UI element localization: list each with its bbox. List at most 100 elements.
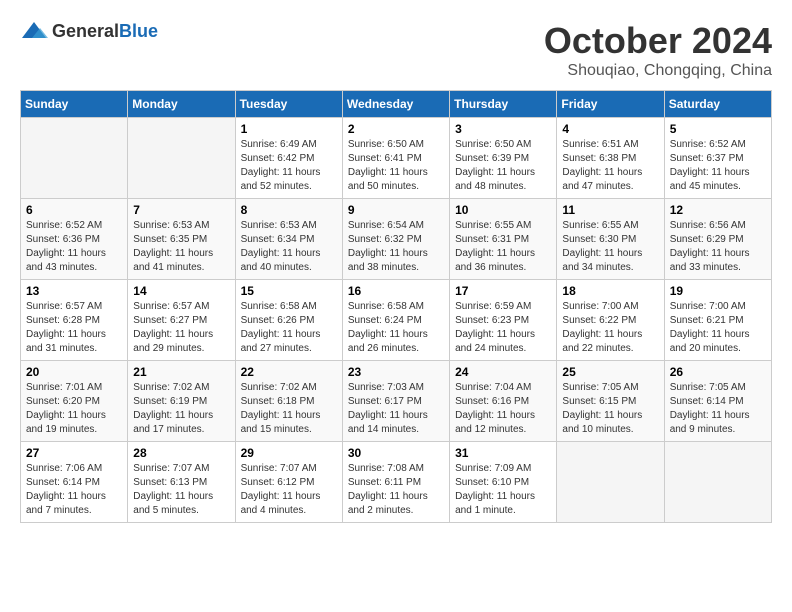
day-info: Sunrise: 7:09 AM Sunset: 6:10 PM Dayligh… xyxy=(455,462,551,518)
calendar-week-3: 13 Sunrise: 6:57 AM Sunset: 6:28 PM Dayli… xyxy=(21,280,772,361)
location-title: Shouqiao, Chongqing, China xyxy=(544,62,772,80)
day-number: 19 xyxy=(670,284,766,298)
day-number: 26 xyxy=(670,365,766,379)
calendar-cell: 2Sunrise: 6:50 AM Sunset: 6:41 PM Daylig… xyxy=(342,118,449,199)
day-info: Sunrise: 6:50 AM Sunset: 6:39 PM Dayligh… xyxy=(455,138,551,194)
calendar-cell xyxy=(557,442,664,523)
calendar-cell: 17 Sunrise: 6:59 AM Sunset: 6:23 PM Dayli… xyxy=(450,280,557,361)
calendar-cell: 27 Sunrise: 7:06 AM Sunset: 6:14 PM Dayli… xyxy=(21,442,128,523)
day-number: 9 xyxy=(348,203,444,217)
day-info: Sunrise: 7:05 AM Sunset: 6:15 PM Dayligh… xyxy=(562,381,658,437)
day-number: 28 xyxy=(133,446,229,460)
header-wednesday: Wednesday xyxy=(342,91,449,118)
calendar-cell: 7Sunrise: 6:53 AM Sunset: 6:35 PM Daylig… xyxy=(128,199,235,280)
calendar-cell: 19 Sunrise: 7:00 AM Sunset: 6:21 PM Dayli… xyxy=(664,280,771,361)
calendar-cell: 8Sunrise: 6:53 AM Sunset: 6:34 PM Daylig… xyxy=(235,199,342,280)
calendar-cell: 16 Sunrise: 6:58 AM Sunset: 6:24 PM Dayli… xyxy=(342,280,449,361)
day-number: 16 xyxy=(348,284,444,298)
calendar-cell xyxy=(21,118,128,199)
header-tuesday: Tuesday xyxy=(235,91,342,118)
calendar-cell: 1Sunrise: 6:49 AM Sunset: 6:42 PM Daylig… xyxy=(235,118,342,199)
title-area: October 2024 Shouqiao, Chongqing, China xyxy=(544,20,772,80)
day-number: 22 xyxy=(241,365,337,379)
calendar-cell: 14 Sunrise: 6:57 AM Sunset: 6:27 PM Dayli… xyxy=(128,280,235,361)
calendar-week-4: 20Sunrise: 7:01 AM Sunset: 6:20 PM Dayli… xyxy=(21,361,772,442)
calendar-cell: 22 Sunrise: 7:02 AM Sunset: 6:18 PM Dayli… xyxy=(235,361,342,442)
day-info: Sunrise: 6:56 AM Sunset: 6:29 PM Dayligh… xyxy=(670,219,766,275)
day-info: Sunrise: 6:52 AM Sunset: 6:36 PM Dayligh… xyxy=(26,219,122,275)
calendar-body: 1Sunrise: 6:49 AM Sunset: 6:42 PM Daylig… xyxy=(21,118,772,523)
day-info: Sunrise: 6:58 AM Sunset: 6:24 PM Dayligh… xyxy=(348,300,444,356)
calendar-cell: 26Sunrise: 7:05 AM Sunset: 6:14 PM Dayli… xyxy=(664,361,771,442)
calendar-week-5: 27 Sunrise: 7:06 AM Sunset: 6:14 PM Dayli… xyxy=(21,442,772,523)
calendar-cell: 5 Sunrise: 6:52 AM Sunset: 6:37 PM Daylig… xyxy=(664,118,771,199)
day-number: 7 xyxy=(133,203,229,217)
day-info: Sunrise: 7:00 AM Sunset: 6:22 PM Dayligh… xyxy=(562,300,658,356)
calendar-cell: 9 Sunrise: 6:54 AM Sunset: 6:32 PM Daylig… xyxy=(342,199,449,280)
day-number: 24 xyxy=(455,365,551,379)
header-sunday: Sunday xyxy=(21,91,128,118)
calendar-cell: 12 Sunrise: 6:56 AM Sunset: 6:29 PM Dayli… xyxy=(664,199,771,280)
day-info: Sunrise: 7:00 AM Sunset: 6:21 PM Dayligh… xyxy=(670,300,766,356)
day-number: 1 xyxy=(241,122,337,136)
day-number: 25 xyxy=(562,365,658,379)
logo-text-general: General xyxy=(52,21,119,41)
calendar-cell xyxy=(664,442,771,523)
day-info: Sunrise: 7:07 AM Sunset: 6:12 PM Dayligh… xyxy=(241,462,337,518)
calendar-cell: 3 Sunrise: 6:50 AM Sunset: 6:39 PM Daylig… xyxy=(450,118,557,199)
header-row: Sunday Monday Tuesday Wednesday Thursday… xyxy=(21,91,772,118)
calendar-cell: 29 Sunrise: 7:07 AM Sunset: 6:12 PM Dayli… xyxy=(235,442,342,523)
day-info: Sunrise: 7:06 AM Sunset: 6:14 PM Dayligh… xyxy=(26,462,122,518)
day-info: Sunrise: 7:02 AM Sunset: 6:18 PM Dayligh… xyxy=(241,381,337,437)
day-info: Sunrise: 6:50 AM Sunset: 6:41 PM Dayligh… xyxy=(348,138,444,194)
header-friday: Friday xyxy=(557,91,664,118)
page-header: GeneralBlue October 2024 Shouqiao, Chong… xyxy=(20,20,772,80)
calendar-cell: 28 Sunrise: 7:07 AM Sunset: 6:13 PM Dayli… xyxy=(128,442,235,523)
day-info: Sunrise: 6:55 AM Sunset: 6:30 PM Dayligh… xyxy=(562,219,658,275)
day-info: Sunrise: 7:07 AM Sunset: 6:13 PM Dayligh… xyxy=(133,462,229,518)
day-number: 6 xyxy=(26,203,122,217)
day-number: 30 xyxy=(348,446,444,460)
day-number: 27 xyxy=(26,446,122,460)
day-info: Sunrise: 7:01 AM Sunset: 6:20 PM Dayligh… xyxy=(26,381,122,437)
day-number: 10 xyxy=(455,203,551,217)
day-number: 12 xyxy=(670,203,766,217)
calendar-cell: 21Sunrise: 7:02 AM Sunset: 6:19 PM Dayli… xyxy=(128,361,235,442)
calendar-cell: 30Sunrise: 7:08 AM Sunset: 6:11 PM Dayli… xyxy=(342,442,449,523)
calendar-cell: 23 Sunrise: 7:03 AM Sunset: 6:17 PM Dayli… xyxy=(342,361,449,442)
day-info: Sunrise: 6:55 AM Sunset: 6:31 PM Dayligh… xyxy=(455,219,551,275)
calendar-header: Sunday Monday Tuesday Wednesday Thursday… xyxy=(21,91,772,118)
logo-text-blue: Blue xyxy=(119,21,158,41)
calendar-week-2: 6 Sunrise: 6:52 AM Sunset: 6:36 PM Daylig… xyxy=(21,199,772,280)
day-number: 8 xyxy=(241,203,337,217)
day-info: Sunrise: 6:59 AM Sunset: 6:23 PM Dayligh… xyxy=(455,300,551,356)
calendar-cell: 13 Sunrise: 6:57 AM Sunset: 6:28 PM Dayli… xyxy=(21,280,128,361)
calendar-cell: 11 Sunrise: 6:55 AM Sunset: 6:30 PM Dayli… xyxy=(557,199,664,280)
header-monday: Monday xyxy=(128,91,235,118)
day-number: 3 xyxy=(455,122,551,136)
header-saturday: Saturday xyxy=(664,91,771,118)
day-number: 14 xyxy=(133,284,229,298)
logo-icon xyxy=(20,20,48,42)
day-number: 23 xyxy=(348,365,444,379)
day-info: Sunrise: 7:03 AM Sunset: 6:17 PM Dayligh… xyxy=(348,381,444,437)
day-info: Sunrise: 6:51 AM Sunset: 6:38 PM Dayligh… xyxy=(562,138,658,194)
day-number: 17 xyxy=(455,284,551,298)
day-info: Sunrise: 6:57 AM Sunset: 6:28 PM Dayligh… xyxy=(26,300,122,356)
day-info: Sunrise: 6:57 AM Sunset: 6:27 PM Dayligh… xyxy=(133,300,229,356)
day-number: 13 xyxy=(26,284,122,298)
day-number: 5 xyxy=(670,122,766,136)
day-info: Sunrise: 6:54 AM Sunset: 6:32 PM Dayligh… xyxy=(348,219,444,275)
calendar-cell xyxy=(128,118,235,199)
day-number: 29 xyxy=(241,446,337,460)
day-info: Sunrise: 6:52 AM Sunset: 6:37 PM Dayligh… xyxy=(670,138,766,194)
calendar-cell: 24Sunrise: 7:04 AM Sunset: 6:16 PM Dayli… xyxy=(450,361,557,442)
logo: GeneralBlue xyxy=(20,20,158,42)
calendar-cell: 31Sunrise: 7:09 AM Sunset: 6:10 PM Dayli… xyxy=(450,442,557,523)
day-number: 15 xyxy=(241,284,337,298)
calendar-cell: 15Sunrise: 6:58 AM Sunset: 6:26 PM Dayli… xyxy=(235,280,342,361)
header-thursday: Thursday xyxy=(450,91,557,118)
calendar-cell: 25 Sunrise: 7:05 AM Sunset: 6:15 PM Dayli… xyxy=(557,361,664,442)
calendar-cell: 20Sunrise: 7:01 AM Sunset: 6:20 PM Dayli… xyxy=(21,361,128,442)
day-number: 11 xyxy=(562,203,658,217)
